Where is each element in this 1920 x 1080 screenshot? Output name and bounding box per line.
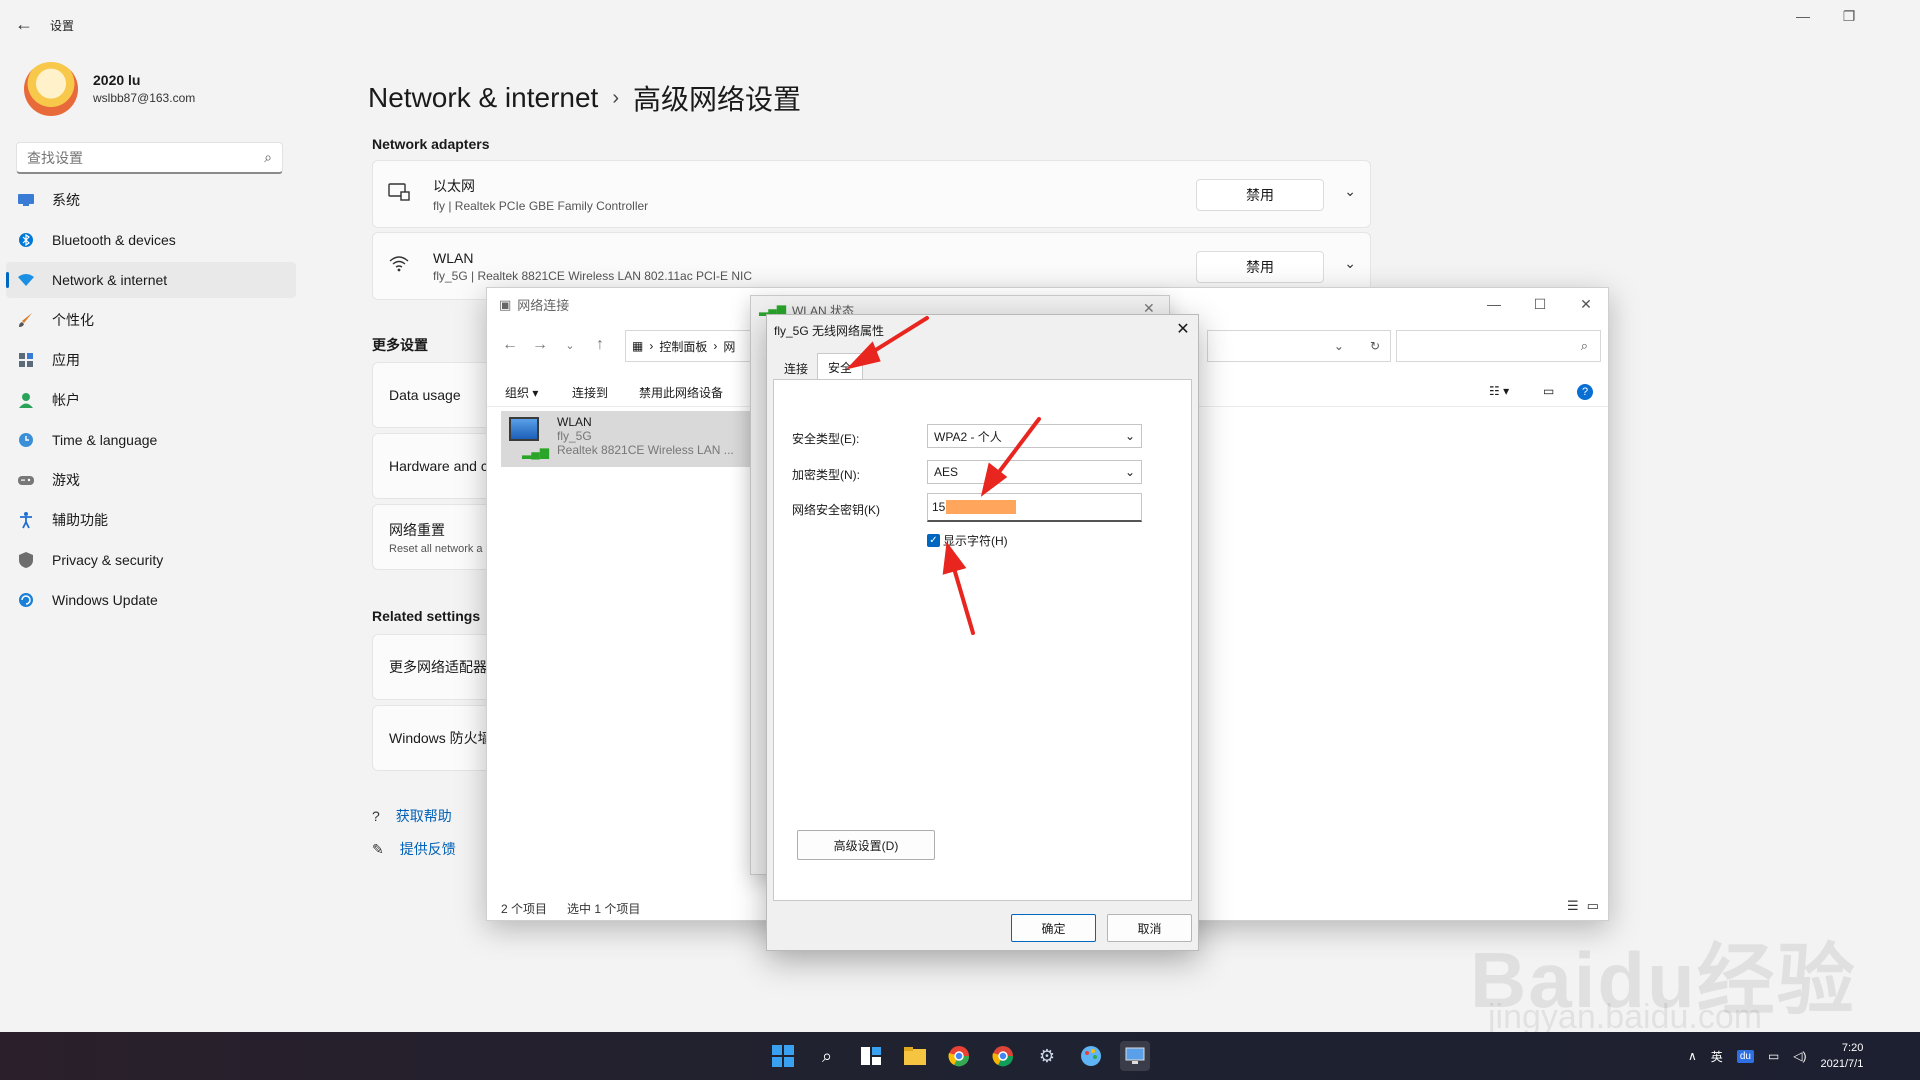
baidu-watermark: Baidu经验 jingyan.baidu.com	[1470, 880, 1890, 1040]
browser-icon[interactable]	[944, 1041, 974, 1071]
system-tray: ∧ 英 du ▭ ◁) 7:20 2021/7/1	[1688, 1032, 1863, 1080]
volume-icon[interactable]: ◁)	[1793, 1049, 1806, 1063]
task-view-icon[interactable]	[856, 1041, 886, 1071]
file-explorer-icon[interactable]	[900, 1041, 930, 1071]
chrome-icon[interactable]	[988, 1041, 1018, 1071]
baidu-input-icon[interactable]: du	[1736, 1049, 1754, 1063]
clock-date: 2021/7/1	[1820, 1058, 1864, 1070]
arrow-to-checkbox	[951, 563, 975, 635]
annotation-arrows	[845, 316, 1041, 635]
arrow-to-key-field	[994, 417, 1041, 478]
network-status-icon[interactable]: ▭	[1768, 1049, 1779, 1063]
clock-time: 7:20	[1841, 1042, 1864, 1054]
input-language[interactable]: 英	[1711, 1048, 1723, 1065]
arrowhead	[942, 541, 967, 575]
search-icon[interactable]: ⌕	[812, 1041, 842, 1071]
taskbar: ⌕ ⚙ ∧ 英 du ▭ ◁) 7:20 2021/7/1	[0, 1032, 1920, 1080]
chevron-up-icon[interactable]: ∧	[1688, 1049, 1697, 1063]
settings-gear-icon[interactable]: ⚙	[1032, 1041, 1062, 1071]
taskbar-apps: ⌕ ⚙	[768, 1032, 1150, 1080]
arrowhead	[845, 341, 881, 370]
clock[interactable]: 7:20 2021/7/1	[1821, 1040, 1864, 1072]
start-icon[interactable]	[768, 1041, 798, 1071]
paint-icon[interactable]	[1076, 1041, 1106, 1071]
network-connections-icon[interactable]	[1120, 1041, 1150, 1071]
